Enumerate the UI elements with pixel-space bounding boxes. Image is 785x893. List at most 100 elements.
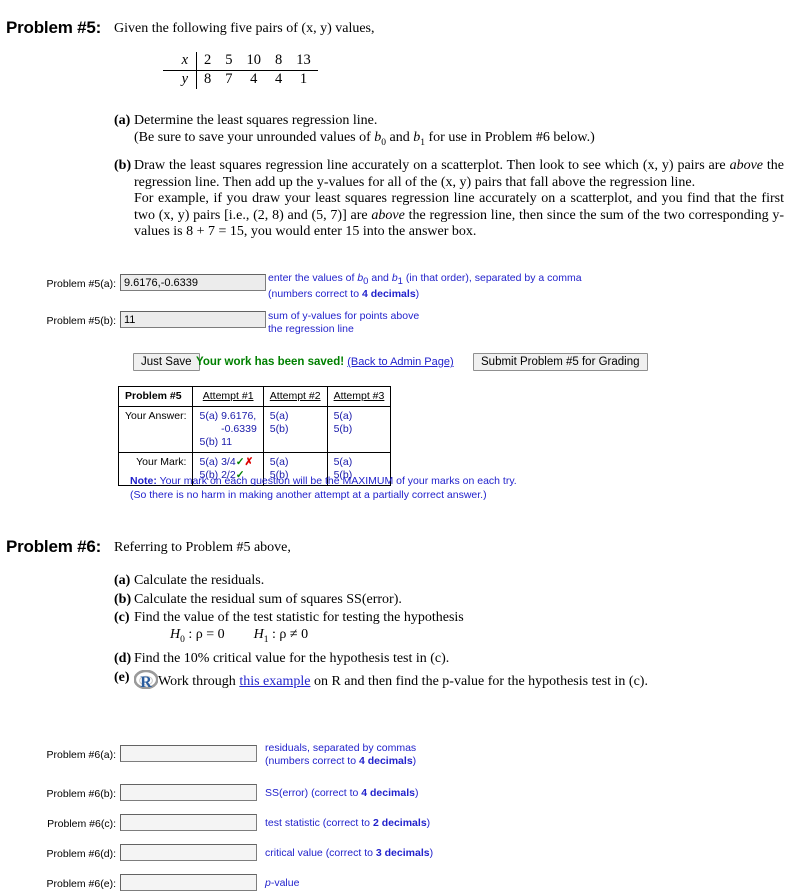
your-answer-attempt-1: 5(a) 9.6176, -0.6339 5(b) 11 (192, 406, 264, 453)
back-to-admin-link[interactable]: (Back to Admin Page) (347, 356, 453, 368)
hint-5a-post: (in that order), separated by a comma (402, 272, 582, 284)
mark-value-5a: 3/4 (221, 456, 236, 468)
answer-value-5a-line1: 9.6176, (221, 410, 257, 422)
y-value: 4 (250, 71, 258, 87)
hint-6a: residuals, separated by commas (numbers … (265, 742, 565, 768)
hint-6c-post: ) (426, 817, 431, 829)
hint-5b-line1: sum of y-values for points above (268, 310, 420, 322)
hint-5a-line1: enter the values of b0 and b1 (in that o… (268, 272, 688, 288)
h1-symbol: H (253, 626, 264, 642)
table-row-y: y 8 7 4 4 1 (163, 70, 318, 89)
x-value: 2 (196, 52, 219, 71)
x-value: 10 (239, 52, 268, 71)
this-example-link[interactable]: this example (239, 674, 310, 689)
hypothesis-line: H0 : ρ = 0 H1 : ρ ≠ 0 (134, 627, 464, 648)
problem-5-part-b: (b) Draw the least squares regression li… (114, 158, 784, 243)
part-e-text-post: on R and then find the p-value for the h… (310, 674, 648, 690)
attempts-note-text: Your mark on each question will be the M… (156, 475, 517, 487)
answer-key-5b: 5(b) (199, 436, 219, 448)
attempts-corner-header: Problem #5 (117, 386, 194, 407)
y-value: 7 (225, 71, 233, 87)
problem-6-part-a: (a) Calculate the residuals. (114, 573, 774, 590)
hint-5b-line2: the regression line (268, 323, 354, 335)
problem-6-heading: Problem #6: (6, 537, 102, 556)
attempts-note: Note: Your mark on each question will be… (130, 475, 650, 502)
y-value: 1 (299, 71, 308, 87)
attempts-note-line2: (So there is no harm in making another a… (130, 488, 487, 501)
attempts-note-line1: Note: Your mark on each question will be… (130, 475, 650, 489)
hint-5a-line2-pre: (numbers correct to (268, 288, 362, 301)
h1-statement: : ρ ≠ 0 (268, 626, 309, 642)
check-icon: ✓ (235, 456, 245, 468)
answer-key-5a: 5(a) (199, 410, 219, 422)
problem-5-intro: Given the following five pairs of (x, y)… (114, 21, 375, 36)
answer-key-5b-a2: 5(b) (269, 423, 289, 435)
hint-6a-line2: (numbers correct to 4 decimals) (265, 755, 565, 768)
part-d-label-6: (d) (114, 650, 132, 666)
problem-6-part-b: (b) Calculate the residual sum of square… (114, 592, 774, 609)
hint-5a-mid: and (368, 272, 392, 284)
hint-6b: SS(error) (correct to 4 decimals) (265, 787, 565, 800)
part-a-line1: Determine the least squares regression l… (134, 113, 378, 128)
hint-6d-post: ) (429, 847, 434, 859)
answer-input-6d[interactable] (120, 844, 257, 861)
answer-key-5a-a3: 5(a) (333, 410, 353, 422)
problem-6-part-c: (c) Find the value of the test statistic… (114, 610, 774, 648)
submit-problem-5-button[interactable]: Submit Problem #5 for Grading (473, 353, 648, 371)
answer-input-6b[interactable] (120, 784, 257, 801)
answer-input-6c[interactable] (120, 814, 257, 831)
just-save-button[interactable]: Just Save (133, 353, 200, 371)
hint-6d: critical value (correct to 3 decimals) (265, 847, 565, 860)
problem-5-part-a: (a) Determine the least squares regressi… (114, 113, 774, 153)
part-a-label-6: (a) (114, 573, 131, 588)
x-value: 5 (218, 52, 240, 71)
mark-key-5a-a2: 5(a) (269, 456, 289, 468)
problem-6-part-d: (d) Find the 10% critical value for the … (114, 651, 774, 668)
attempt-2-header: Attempt #2 (262, 386, 328, 407)
y-value: 4 (275, 71, 283, 87)
problem-6-parts: (a) Calculate the residuals. (b) Calcula… (114, 573, 774, 697)
attempts-note-bold: Note: (130, 475, 157, 487)
x-value: 13 (289, 52, 318, 71)
problem-5-heading: Problem #5: (6, 18, 102, 37)
hint-6b-post: ) (414, 787, 419, 799)
part-b-text-6: Calculate the residual sum of squares SS… (134, 591, 402, 607)
hint-5a: enter the values of b0 and b1 (in that o… (268, 272, 688, 301)
attempt-3-header: Attempt #3 (326, 386, 392, 407)
answer-label-6c: Problem #6(c): (47, 818, 116, 830)
hint-5a-line2: (numbers correct to 4 decimals) (268, 288, 688, 301)
table-row-header: Problem #5 Attempt #1 Attempt #2 Attempt… (117, 386, 392, 407)
mark-5a-line: 5(a) 3/4✓✗ (199, 456, 256, 469)
hint-5a-line2-post: ) (415, 288, 420, 301)
part-b-label-6: (b) (114, 591, 132, 607)
table-row-x: x 2 5 10 8 13 (163, 52, 318, 71)
attempt-1-header: Attempt #1 (192, 386, 264, 407)
answer-label-6d: Problem #6(d): (46, 848, 116, 860)
y-row-label: y (163, 70, 197, 89)
part-c-label-6: (c) (114, 610, 130, 625)
part-c-text-6: Find the value of the test statistic for… (134, 610, 464, 625)
answer-key-5b-a3: 5(b) (333, 423, 353, 435)
x-row-label: x (163, 52, 197, 71)
part-e-label-6: (e) (114, 670, 130, 686)
part-a-line2-pre: (Be sure to save your unrounded values o… (134, 129, 375, 145)
part-a-line2-post: for use in Problem #6 below.) (425, 129, 595, 145)
answer-input-5a[interactable] (120, 274, 266, 291)
saved-message-text: Your work has been saved! (196, 356, 345, 368)
answer-input-6a[interactable] (120, 745, 257, 762)
your-answer-attempt-2: 5(a) 5(b) (262, 406, 328, 453)
hint-6d-pre: critical value (correct to (265, 847, 376, 859)
answer-label-6e: Problem #6(e): (46, 878, 116, 890)
part-e-text-pre: Work through (158, 674, 240, 690)
hint-6a-pre: (numbers correct to (265, 755, 359, 767)
h0-symbol: H (170, 626, 181, 642)
answer-input-6e[interactable] (120, 874, 257, 891)
part-d-text-6: Find the 10% critical value for the hypo… (134, 650, 450, 666)
h0-statement: : ρ = 0 (184, 626, 225, 642)
problem-6-part-e: (e) R Work through this example on R and… (114, 669, 774, 695)
answer-value-5b: 11 (221, 436, 233, 448)
problem-6-intro: Referring to Problem #5 above, (114, 540, 291, 555)
cross-icon: ✗ (244, 456, 254, 468)
answer-input-5b[interactable] (120, 311, 266, 328)
x-value: 8 (268, 52, 290, 71)
